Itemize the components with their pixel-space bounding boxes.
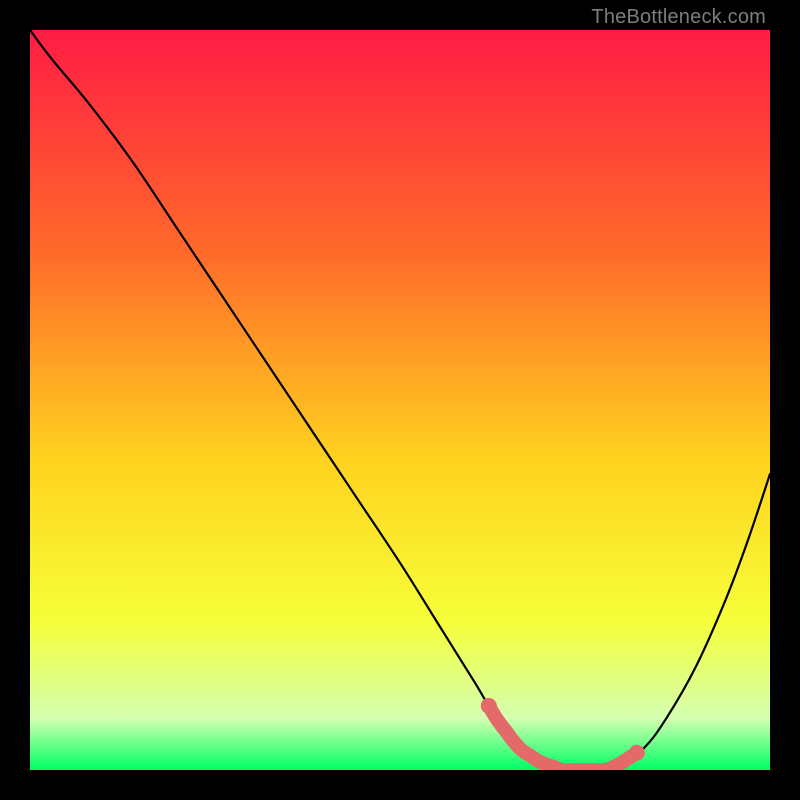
sweet-spot-end-dot (629, 745, 645, 761)
gradient-background (30, 30, 770, 770)
watermark-text: TheBottleneck.com (591, 6, 766, 29)
sweet-spot-start-dot (481, 698, 497, 714)
bottleneck-chart (30, 30, 770, 770)
chart-frame (30, 30, 770, 770)
